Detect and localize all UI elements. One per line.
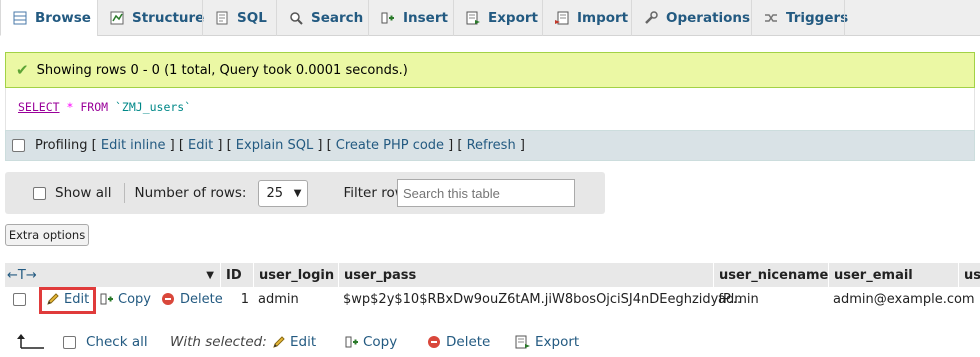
edit-inline-link[interactable]: Edit inline — [101, 138, 166, 153]
edit-query-link[interactable]: Edit — [188, 138, 213, 153]
export-icon — [466, 11, 480, 25]
cell-user-email: admin@example.com — [833, 291, 975, 307]
check-all-arrow-icon — [16, 330, 46, 354]
sql-select-keyword[interactable]: SELECT — [18, 100, 60, 114]
tab-export[interactable]: Export — [453, 0, 542, 36]
edit-highlight-box — [39, 287, 96, 314]
insert-icon — [381, 11, 395, 25]
bulk-copy-button[interactable]: Copy — [345, 330, 397, 354]
row-checkbox-cell — [13, 287, 26, 311]
pencil-icon — [272, 335, 286, 349]
create-php-code-link[interactable]: Create PHP code — [336, 138, 444, 153]
message-text: Showing rows 0 - 0 (1 total, Query took … — [36, 62, 408, 78]
success-message: ✔ Showing rows 0 - 0 (1 total, Query too… — [5, 52, 975, 88]
sql-table-name: `ZMJ_users` — [115, 100, 192, 114]
bulk-delete-button[interactable]: Delete — [428, 330, 490, 354]
delete-icon — [428, 336, 440, 348]
profiling-bar: Profiling [ Edit inline ] [ Edit ] [ Exp… — [5, 130, 975, 161]
sql-icon — [215, 11, 229, 25]
rows-label: Number of rows: — [134, 185, 247, 201]
table-row: Edit Copy Delete 1 admin $wp$2y$10$RBxDw… — [5, 287, 980, 311]
checkmark-icon: ✔ — [16, 61, 29, 79]
profiling-label: Profiling — [35, 138, 88, 153]
header-user-more[interactable]: us — [958, 263, 980, 287]
extra-options-button[interactable]: Extra options — [5, 224, 89, 246]
sql-from-keyword: FROM — [80, 100, 109, 114]
rows-select[interactable]: 25 ▼ — [258, 179, 309, 207]
show-all-checkbox[interactable] — [33, 186, 46, 200]
row-checkbox[interactable] — [13, 292, 26, 306]
bulk-actions-bar: Check all With selected: Edit Copy Delet… — [0, 330, 980, 354]
chevron-down-icon: ▼ — [293, 187, 302, 199]
cell-user-login: admin — [258, 291, 299, 307]
structure-icon — [110, 11, 124, 25]
tab-import[interactable]: Import — [542, 0, 631, 36]
delete-icon — [162, 293, 174, 305]
tab-sql[interactable]: SQL — [202, 0, 276, 36]
operations-icon — [644, 11, 658, 25]
cell-user-nicename: admin — [718, 291, 759, 307]
tab-insert[interactable]: Insert — [368, 0, 453, 36]
header-user-pass[interactable]: user_pass — [338, 263, 713, 287]
copy-icon — [345, 335, 359, 349]
tab-divider — [844, 0, 845, 36]
sql-star: * — [66, 100, 74, 114]
with-selected-label: With selected: — [170, 334, 267, 350]
show-all-label: Show all — [55, 185, 112, 201]
sql-query-box: SELECT * FROM `ZMJ_users` — [5, 88, 975, 130]
bulk-edit-button[interactable]: Edit — [272, 330, 316, 354]
header-id[interactable]: ID — [220, 263, 253, 287]
triggers-icon — [764, 11, 778, 25]
check-all-label[interactable]: Check all — [86, 334, 148, 350]
cell-user-pass: $wp$2y$10$RBxDw9ouZ6tAM.jiW8bosOjciSJ4nD… — [343, 291, 742, 307]
header-user-nicename[interactable]: user_nicename — [713, 263, 828, 287]
tab-operations[interactable]: Operations — [631, 0, 751, 36]
search-icon — [289, 11, 303, 25]
tab-triggers[interactable]: Triggers — [751, 0, 848, 36]
bulk-export-button[interactable]: Export — [515, 330, 579, 354]
tab-structure[interactable]: Structure — [97, 0, 204, 36]
tab-bar: Browse Structure SQL Search Insert Expor… — [0, 0, 980, 36]
sort-caret-icon[interactable]: ▼ — [206, 270, 214, 281]
check-all-checkbox[interactable] — [63, 335, 76, 349]
header-user-email[interactable]: user_email — [828, 263, 958, 287]
column-controls: ←T→ ▼ — [5, 263, 220, 287]
browse-icon — [13, 11, 27, 25]
explain-sql-link[interactable]: Explain SQL — [236, 138, 313, 153]
import-icon — [555, 11, 569, 25]
nav-separator — [123, 183, 125, 203]
filter-rows-input[interactable] — [397, 179, 575, 207]
results-table-header: ←T→ ▼ ID user_login user_pass user_nicen… — [5, 263, 980, 287]
export-icon — [515, 335, 531, 349]
profiling-checkbox[interactable] — [12, 139, 25, 152]
rows-value: 25 — [266, 185, 284, 201]
copy-icon — [100, 292, 114, 306]
row-delete-link[interactable]: Delete — [162, 287, 223, 311]
cell-id: 1 — [240, 291, 249, 307]
column-arrows[interactable]: ←T→ — [7, 268, 37, 283]
refresh-link[interactable]: Refresh — [467, 138, 516, 153]
row-copy-link[interactable]: Copy — [100, 287, 151, 311]
check-all-control[interactable]: Check all — [63, 330, 148, 354]
header-user-login[interactable]: user_login — [253, 263, 338, 287]
tab-browse[interactable]: Browse — [0, 0, 97, 36]
tab-search[interactable]: Search — [276, 0, 368, 36]
